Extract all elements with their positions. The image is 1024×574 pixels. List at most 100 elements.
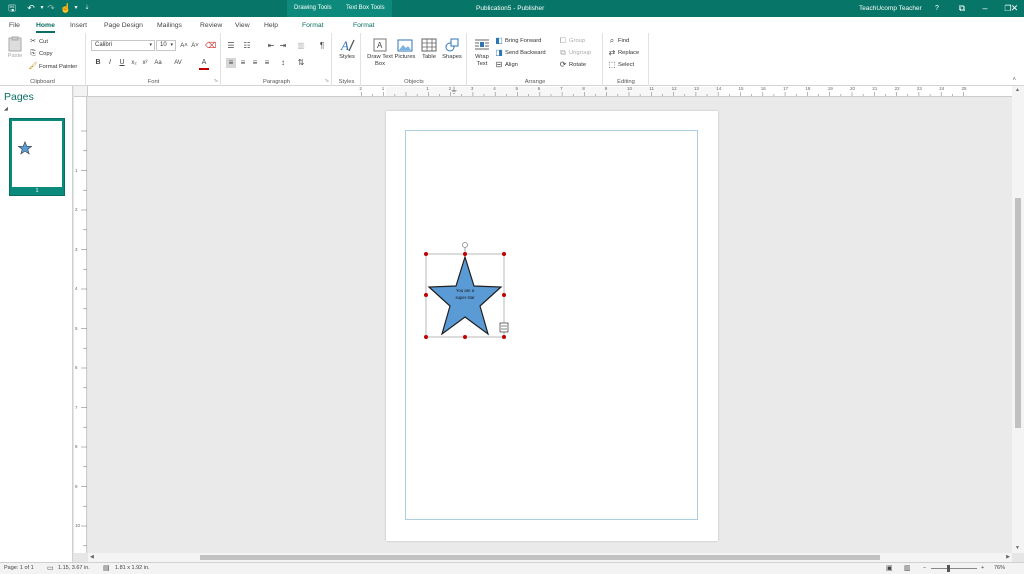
bold-button[interactable]: B xyxy=(93,58,103,68)
tab-file[interactable]: File xyxy=(9,17,20,33)
vertical-scroll-thumb[interactable] xyxy=(1015,198,1021,428)
align-right-icon[interactable]: ≡ xyxy=(250,58,260,68)
decrease-indent-icon[interactable]: ⇤ xyxy=(266,41,276,51)
tab-text-box-format[interactable]: Format xyxy=(353,17,375,33)
show-formatting-icon[interactable]: ¶ xyxy=(317,41,327,51)
resize-handle[interactable] xyxy=(424,293,428,297)
shapes-button[interactable]: Shapes xyxy=(440,37,464,61)
underline-button[interactable]: U xyxy=(117,58,127,68)
align-center-icon[interactable]: ≡ xyxy=(238,58,248,68)
horizontal-scrollbar[interactable]: ◀ ▶ xyxy=(88,553,1012,562)
tab-home[interactable]: Home xyxy=(36,17,55,33)
columns-icon[interactable]: ▥ xyxy=(296,41,306,51)
justify-icon[interactable]: ≡ xyxy=(262,58,272,68)
page-indicator[interactable]: Page: 1 of 1 xyxy=(4,563,34,574)
font-name-dropdown[interactable]: Calibri ▾ xyxy=(91,40,155,51)
change-case-button[interactable]: Aa xyxy=(151,58,165,68)
resize-handle[interactable] xyxy=(502,293,506,297)
zoom-slider[interactable] xyxy=(931,568,977,569)
rotation-handle[interactable] xyxy=(462,242,468,248)
collapse-pane-icon[interactable]: ◢ xyxy=(4,106,8,112)
shrink-font-icon[interactable]: A˅ xyxy=(190,41,200,51)
align-left-icon[interactable]: ≡ xyxy=(226,58,236,68)
draw-text-box-button[interactable]: A Draw Text Box xyxy=(364,37,396,68)
resize-handle[interactable] xyxy=(424,252,428,256)
page[interactable]: You are a super star xyxy=(386,111,718,541)
scroll-up-icon[interactable]: ▲ xyxy=(1015,87,1020,93)
save-icon[interactable]: 🖫 xyxy=(6,0,18,17)
find-button[interactable]: Find xyxy=(618,36,629,46)
customize-qat-icon[interactable]: ⇣ xyxy=(81,0,93,17)
paste-button[interactable]: Paste xyxy=(4,36,26,60)
tab-review[interactable]: Review xyxy=(200,17,222,33)
font-color-icon[interactable]: A xyxy=(199,58,209,70)
zoom-level[interactable]: 76% xyxy=(994,563,1005,574)
rotate-button[interactable]: Rotate xyxy=(569,60,586,70)
tab-page-design[interactable]: Page Design xyxy=(104,17,143,33)
tab-help[interactable]: Help xyxy=(264,17,278,33)
user-name[interactable]: TeachUcomp Teacher xyxy=(859,0,922,17)
grow-font-icon[interactable]: A˄ xyxy=(179,41,189,51)
cut-button[interactable]: Cut xyxy=(39,37,48,47)
help-button[interactable]: ? xyxy=(926,0,948,17)
close-icon[interactable]: ✕ xyxy=(1005,0,1024,17)
ribbon-display-icon[interactable]: ⧉ xyxy=(951,0,973,17)
replace-button[interactable]: Replace xyxy=(618,48,639,58)
italic-button[interactable]: I xyxy=(105,58,115,68)
copy-button[interactable]: Copy xyxy=(39,49,53,59)
resize-handle[interactable] xyxy=(463,252,467,256)
star-text-line2[interactable]: super star xyxy=(455,295,475,300)
increase-indent-icon[interactable]: ⇥ xyxy=(278,41,288,51)
character-spacing-icon[interactable]: AV xyxy=(173,58,183,68)
workspace[interactable]: You are a super star xyxy=(88,97,1012,553)
text-overflow-icon[interactable] xyxy=(499,322,509,333)
ungroup-button[interactable]: Ungroup xyxy=(569,48,591,58)
page-thumbnail[interactable]: 1 xyxy=(9,118,65,196)
format-painter-button[interactable]: Format Painter xyxy=(39,62,77,72)
zoom-out-icon[interactable]: − xyxy=(923,563,926,574)
resize-handle[interactable] xyxy=(502,252,506,256)
two-page-view-icon[interactable]: ▥ xyxy=(904,563,911,574)
subscript-icon[interactable]: x₂ xyxy=(129,58,139,68)
font-size-dropdown[interactable]: 10 ▾ xyxy=(156,40,176,51)
tab-insert[interactable]: Insert xyxy=(70,17,87,33)
resize-handle[interactable] xyxy=(424,335,428,339)
paragraph-launcher-icon[interactable]: ⬂ xyxy=(325,78,329,84)
scroll-left-icon[interactable]: ◀ xyxy=(90,553,94,562)
bullets-icon[interactable]: ☰ xyxy=(226,41,236,51)
tab-mailings[interactable]: Mailings xyxy=(157,17,182,33)
align-button[interactable]: Align xyxy=(505,60,518,70)
font-launcher-icon[interactable]: ⬂ xyxy=(214,78,218,84)
clear-formatting-icon[interactable]: ⌫ xyxy=(205,41,216,51)
line-spacing-icon[interactable]: ↕ xyxy=(278,58,288,68)
redo-icon[interactable]: ↷ xyxy=(45,0,57,17)
collapse-ribbon-icon[interactable]: ˄ xyxy=(1012,77,1016,83)
bring-forward-button[interactable]: Bring Forward xyxy=(505,36,541,46)
send-backward-button[interactable]: Send Backward xyxy=(505,48,546,58)
numbering-icon[interactable]: ☷ xyxy=(242,41,252,51)
star-text-line1[interactable]: You are a xyxy=(456,288,475,293)
minimize-icon[interactable]: – xyxy=(974,0,996,17)
scroll-down-icon[interactable]: ▼ xyxy=(1015,545,1020,551)
zoom-slider-thumb[interactable] xyxy=(947,565,950,572)
styles-button[interactable]: A Styles xyxy=(335,37,359,61)
horizontal-ruler[interactable]: 2 1 1 2 3 4 5 6 7 8 9 10 11 12 13 14 15 16 17 18 19 20 21 22 23 2… xyxy=(88,86,1012,97)
vertical-ruler[interactable]: 1 2 3 4 5 6 7 8 9 10 xyxy=(74,97,87,553)
table-button[interactable]: Table xyxy=(418,37,440,61)
resize-handle[interactable] xyxy=(502,335,506,339)
scroll-right-icon[interactable]: ▶ xyxy=(1006,553,1010,562)
resize-handle[interactable] xyxy=(463,335,467,339)
indent-marker-icon[interactable]: ⏚ xyxy=(450,85,458,96)
group-button[interactable]: Group xyxy=(569,36,585,46)
horizontal-scroll-thumb[interactable] xyxy=(200,555,880,560)
vertical-scrollbar[interactable]: ▲ ▼ xyxy=(1012,86,1024,553)
single-page-view-icon[interactable]: ▣ xyxy=(886,563,893,574)
wrap-text-button[interactable]: Wrap Text xyxy=(470,37,494,68)
select-button[interactable]: Select xyxy=(618,60,634,70)
tab-drawing-format[interactable]: Format xyxy=(302,17,324,33)
superscript-icon[interactable]: x² xyxy=(140,58,150,68)
zoom-in-icon[interactable]: + xyxy=(981,563,984,574)
tab-view[interactable]: View xyxy=(235,17,250,33)
paragraph-spacing-icon[interactable]: ⇅ xyxy=(296,58,306,68)
pictures-button[interactable]: Pictures xyxy=(393,37,417,61)
